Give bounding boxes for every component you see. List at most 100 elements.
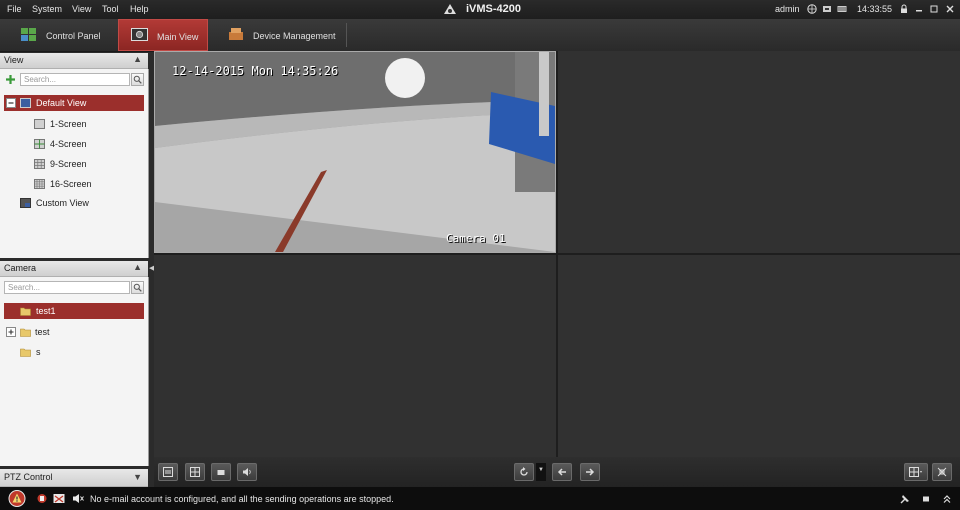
app-title: iVMS-4200 xyxy=(466,3,522,15)
view-search-input[interactable]: Search... xyxy=(20,73,130,86)
tab-control-panel-label: Control Panel xyxy=(46,31,101,41)
save-view-button[interactable] xyxy=(158,463,178,481)
view-item-label: 4-Screen xyxy=(50,139,87,149)
video-window-1[interactable]: 12-14-2015 Mon 14:35:26 Camera 01 xyxy=(154,51,556,253)
refresh-icon xyxy=(520,467,528,476)
alarm-sound-icon[interactable] xyxy=(36,493,48,504)
collapse-up-icon[interactable]: ▲ xyxy=(133,54,142,64)
tab-bar: Control Panel Main View Device Managemen… xyxy=(0,19,960,52)
cycle-button[interactable] xyxy=(514,463,534,481)
view-item-label: Default View xyxy=(36,98,87,108)
globe-icon[interactable] xyxy=(807,4,817,14)
fullscreen-button[interactable] xyxy=(932,463,952,481)
status-bar: No e-mail account is configured, and all… xyxy=(0,487,960,510)
view-item-label: Custom View xyxy=(36,198,89,208)
camera-item-s[interactable]: s xyxy=(4,344,144,360)
camera-item-label: s xyxy=(36,347,41,357)
camera-item-label: test xyxy=(35,327,50,337)
expand-up-icon[interactable] xyxy=(942,494,952,504)
speaker-icon xyxy=(243,468,251,476)
minimize-icon[interactable] xyxy=(914,4,924,14)
menu-help[interactable]: Help xyxy=(130,4,149,14)
restore-panel-icon[interactable] xyxy=(921,494,931,504)
audio-button[interactable] xyxy=(237,463,257,481)
view-search-button[interactable] xyxy=(131,73,144,86)
clock: 14:33:55 xyxy=(857,4,893,14)
close-icon[interactable] xyxy=(945,4,955,14)
pin-icon[interactable] xyxy=(900,494,910,504)
grid-divider-horizontal xyxy=(154,253,960,255)
nine-screen-icon xyxy=(34,159,45,169)
camera-search-button[interactable] xyxy=(131,281,144,294)
view-item-label: 9-Screen xyxy=(50,159,87,169)
status-message: No e-mail account is configured, and all… xyxy=(90,494,394,504)
previous-page-button[interactable] xyxy=(552,463,572,481)
ram-icon[interactable] xyxy=(837,4,847,14)
next-page-button[interactable] xyxy=(580,463,600,481)
camera-item-label: test1 xyxy=(36,306,56,316)
app-logo-icon xyxy=(444,4,456,14)
folder-icon xyxy=(20,307,31,316)
camera-panel: Search... test1 test s xyxy=(0,277,149,466)
cpu-icon[interactable] xyxy=(822,4,832,14)
custom-view-icon xyxy=(20,198,31,208)
view-panel: Search... Default View 1-Screen 4-Screen… xyxy=(0,69,149,258)
camera-search-input[interactable]: Search... xyxy=(4,281,130,294)
osd-camera-name: Camera 01 xyxy=(446,232,506,245)
menu-tool[interactable]: Tool xyxy=(102,4,119,14)
maximize-icon[interactable] xyxy=(929,4,939,14)
view-item-9-screen[interactable]: 9-Screen xyxy=(30,156,140,172)
current-user: admin xyxy=(775,4,800,14)
collapse-up-icon[interactable]: ▲ xyxy=(133,262,142,272)
ptz-panel-title: PTZ Control xyxy=(4,472,53,482)
menu-view[interactable]: View xyxy=(72,4,91,14)
alarm-popup-icon[interactable] xyxy=(53,493,65,504)
view-item-label: 16-Screen xyxy=(50,179,92,189)
add-view-icon[interactable] xyxy=(5,74,16,85)
main-view-icon xyxy=(131,28,148,41)
alarm-warning-icon[interactable] xyxy=(8,490,26,507)
window-division-button[interactable] xyxy=(904,463,928,481)
expand-plus-icon[interactable] xyxy=(6,327,17,337)
one-screen-icon xyxy=(34,119,45,129)
stop-all-button[interactable] xyxy=(211,463,231,481)
live-view-grid: 12-14-2015 Mon 14:35:26 Camera 01 xyxy=(154,51,960,457)
layout-grid-icon xyxy=(190,467,200,477)
ptz-panel-header[interactable]: PTZ Control ▼ xyxy=(0,469,148,487)
menu-file[interactable]: File xyxy=(7,4,22,14)
tab-main-view-label: Main View xyxy=(157,32,199,42)
alarm-audio-icon[interactable] xyxy=(72,493,84,504)
view-panel-header[interactable]: View ▲ xyxy=(0,53,148,69)
camera-item-test[interactable]: test xyxy=(4,324,144,340)
view-item-custom-view[interactable]: Custom View xyxy=(16,195,140,211)
expand-down-icon[interactable]: ▼ xyxy=(133,472,142,482)
save-view-icon xyxy=(163,467,173,477)
camera-panel-title: Camera xyxy=(4,263,37,273)
view-item-1-screen[interactable]: 1-Screen xyxy=(30,116,140,132)
camera-panel-header[interactable]: Camera ▲ xyxy=(0,261,148,277)
view-item-default-view[interactable]: Default View xyxy=(4,95,144,111)
arrow-right-icon xyxy=(586,468,595,476)
view-item-4-screen[interactable]: 4-Screen xyxy=(30,136,140,152)
view-item-16-screen[interactable]: 16-Screen xyxy=(30,176,140,192)
view-item-label: 1-Screen xyxy=(50,119,87,129)
tab-main-view[interactable]: Main View xyxy=(118,19,208,51)
menu-system[interactable]: System xyxy=(32,4,62,14)
fullscreen-icon xyxy=(937,467,947,477)
arrow-left-icon xyxy=(557,468,566,476)
chevron-down-icon: ▼ xyxy=(538,467,544,473)
tab-divider xyxy=(346,23,347,47)
lock-icon[interactable] xyxy=(899,4,909,14)
camera-item-test1[interactable]: test1 xyxy=(4,303,144,319)
camera-feed-image xyxy=(155,52,555,252)
cycle-dropdown[interactable]: ▼ xyxy=(536,463,546,481)
layout-button[interactable] xyxy=(185,463,205,481)
four-screen-icon xyxy=(34,139,45,149)
collapse-minus-icon[interactable] xyxy=(6,98,17,108)
tab-device-management-label: Device Management xyxy=(253,31,336,41)
sixteen-screen-icon xyxy=(34,179,45,189)
stop-icon xyxy=(217,470,225,475)
search-icon xyxy=(133,283,142,292)
tab-device-management[interactable]: Device Management xyxy=(218,19,348,51)
tab-control-panel[interactable]: Control Panel xyxy=(10,19,110,51)
